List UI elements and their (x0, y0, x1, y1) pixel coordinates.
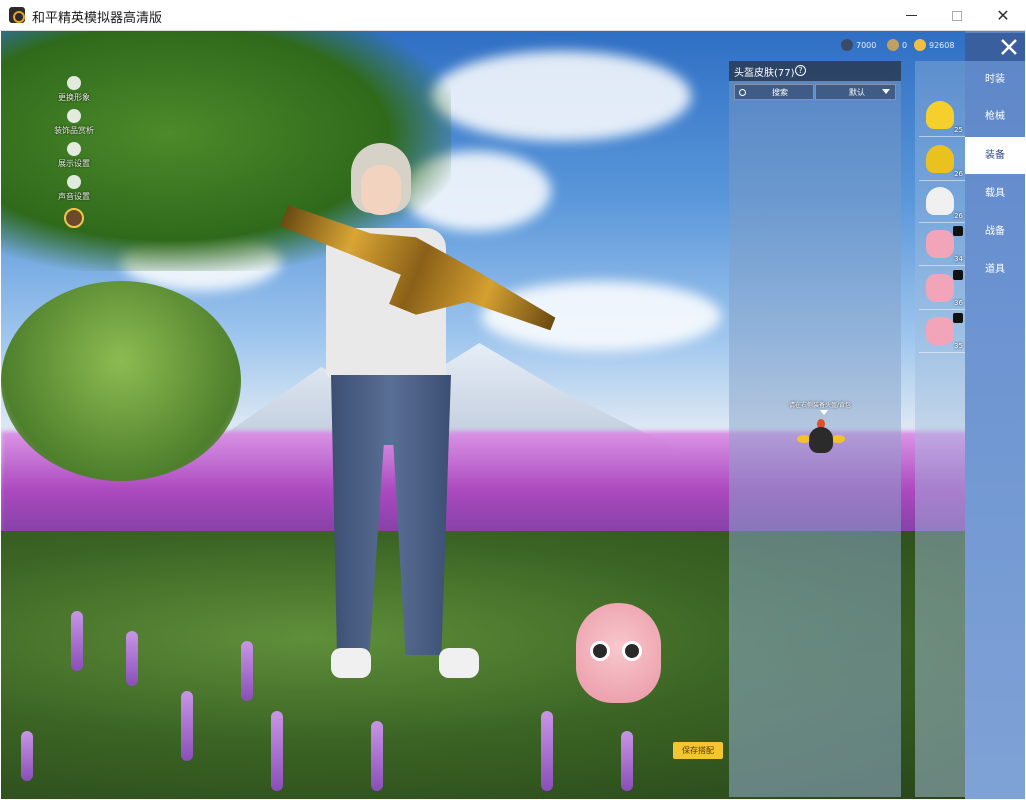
category-fashion[interactable]: 时装 (965, 61, 1025, 98)
pet-eye (590, 641, 610, 661)
helmet-preview[interactable] (797, 419, 845, 463)
help-icon[interactable]: ? (795, 65, 806, 76)
eye-icon (67, 142, 81, 156)
item-thumbnail[interactable]: 26 (919, 139, 965, 181)
lavender-stalk (541, 711, 553, 791)
side-menu-item[interactable]: 展示设置 (49, 142, 99, 174)
panel-title: 头盔皮肤(77) (734, 68, 795, 79)
panel-close-button[interactable] (965, 33, 1025, 61)
pin-down-icon (820, 410, 828, 415)
currency-coins: 7000 (841, 39, 876, 51)
side-menu-item[interactable]: 声音设置 (49, 175, 99, 207)
save-outfit-button[interactable]: 保存搭配 (673, 742, 723, 759)
game-viewport[interactable]: 更换形象 装饰品赏析 展示设置 声音设置 7000 0 92608 头盔皮肤(7… (1, 31, 1025, 799)
category-vehicles[interactable]: 载具 (965, 175, 1025, 212)
category-guns[interactable]: 枪械 (965, 98, 1025, 135)
category-props[interactable]: 道具 (965, 251, 1025, 288)
puzzle-icon (67, 109, 81, 123)
side-menu: 更换形象 装饰品赏析 展示设置 声音设置 (49, 76, 109, 238)
helmet-wing (831, 435, 845, 443)
pink-bear-helmet-icon (926, 317, 954, 345)
bush (1, 281, 241, 481)
helmet-skin-panel: 头盔皮肤(77) ? 默认 请在右侧装备头盔/背包 (729, 61, 901, 797)
person-icon (67, 76, 81, 90)
sort-dropdown[interactable]: 默认 (815, 84, 896, 100)
category-war-prep[interactable]: 战备 (965, 213, 1025, 250)
search-field[interactable] (734, 84, 814, 100)
white-helmet-icon (926, 187, 954, 215)
character-shoe (439, 648, 479, 678)
character-jeans (331, 375, 451, 655)
side-menu-item[interactable]: 更换形象 (49, 76, 99, 108)
window-close-button[interactable]: ✕ (980, 0, 1026, 31)
lavender-stalk (21, 731, 33, 781)
lavender-stalk (271, 711, 283, 791)
yellow-helmet-icon (926, 145, 954, 173)
panel-header: 头盔皮肤(77) ? (729, 61, 901, 81)
window-title: 和平精英模拟器高清版 (32, 11, 163, 26)
currency-tokens: 0 (887, 39, 907, 51)
lavender-stalk (371, 721, 383, 791)
side-menu-item[interactable]: 装饰品赏析 (49, 109, 99, 141)
lavender-stalk (126, 631, 138, 686)
coin-gold-icon (914, 39, 926, 51)
cloud (431, 51, 691, 141)
item-list: 25 26 26 34 36 35 (915, 61, 965, 797)
pink-bear-helmet-icon (926, 230, 954, 258)
item-thumbnail[interactable]: 35 (919, 311, 965, 353)
lavender-stalk (181, 691, 193, 761)
lavender-stalk (71, 611, 83, 671)
item-thumbnail[interactable]: 25 (919, 95, 965, 137)
window-titlebar: 和平精英模拟器高清版 ✕ (0, 0, 1026, 31)
item-thumbnail[interactable]: 34 (919, 224, 965, 266)
character-shoe (331, 648, 371, 678)
pineapple-helmet-icon (926, 101, 954, 129)
maximize-icon (952, 10, 962, 21)
helmet-icon (809, 427, 833, 453)
lock-icon (953, 313, 963, 323)
search-icon (739, 88, 746, 96)
coin-dark-icon (841, 39, 853, 51)
item-thumbnail[interactable]: 26 (919, 181, 965, 223)
minimize-button[interactable] (888, 0, 934, 31)
lavender-stalk (621, 731, 633, 791)
app-logo-icon (9, 7, 25, 23)
pink-bear-helmet-icon (926, 274, 954, 302)
minimize-icon (905, 15, 917, 16)
maximize-button[interactable] (934, 0, 980, 31)
category-sidebar: 时装 枪械 装备 载具 战备 道具 (965, 31, 1025, 799)
pink-pet[interactable] (576, 603, 661, 703)
lavender-stalk (241, 641, 253, 701)
speaker-icon (67, 175, 81, 189)
pet-eye (622, 641, 642, 661)
close-icon: ✕ (996, 6, 1010, 25)
lock-icon (953, 270, 963, 280)
currency-gold: 92608 (914, 39, 954, 51)
category-equipment[interactable]: 装备 (965, 137, 1025, 174)
avatar-ring-icon (64, 208, 84, 228)
search-input[interactable] (752, 87, 808, 97)
profile-avatar[interactable] (49, 208, 99, 238)
item-thumbnail[interactable]: 36 (919, 268, 965, 310)
sort-label: 默认 (849, 88, 865, 97)
character-face (361, 165, 401, 215)
lock-icon (953, 226, 963, 236)
preview-hint: 请在右侧装备头盔/背包 (789, 402, 852, 409)
chevron-down-icon (882, 89, 890, 94)
coin-silver-icon (887, 39, 899, 51)
close-x-icon (1001, 39, 1017, 55)
